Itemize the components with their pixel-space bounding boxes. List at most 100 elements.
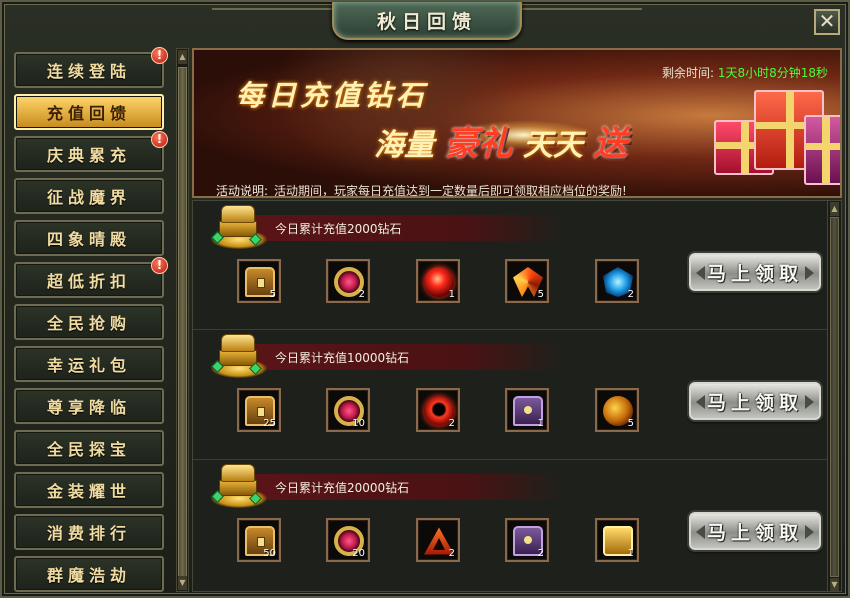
tier-title: 今日累计充值10000钻石 <box>275 351 410 365</box>
banner-text: 天天 <box>522 128 583 163</box>
sidebar-item-flash-sale[interactable]: 全民抢购 <box>14 304 164 340</box>
banner-text-highlight: 送 <box>593 124 628 164</box>
reward-item[interactable]: 10 <box>326 388 370 432</box>
reward-item[interactable]: 2 <box>595 259 639 303</box>
gold-treasure-icon <box>211 464 267 510</box>
item-quantity: 2 <box>537 548 544 559</box>
sidebar-item-label: 群魔浩劫 <box>46 566 131 585</box>
reward-tier: 今日累计充值2000钻石 5 2 1 5 2 马上领取 <box>193 201 827 327</box>
sidebar-item-four-symbols[interactable]: 四象晴殿 <box>14 220 164 256</box>
event-description-text: 活动期间，玩家每日充值达到一定数量后即可领取相应档位的奖励! <box>274 184 627 198</box>
sidebar-item-label: 全民探宝 <box>46 440 131 459</box>
item-quantity: 1 <box>537 418 544 429</box>
sidebar-item-label: 充值回馈 <box>46 104 131 123</box>
sidebar-item-label: 尊享降临 <box>46 398 131 417</box>
sidebar: 连续登陆! 充值回馈 庆典累充! 征战魔界 四象晴殿 超低折扣! 全民抢购 幸运… <box>10 47 168 592</box>
reward-item[interactable]: 2 <box>505 518 549 562</box>
item-quantity: 5 <box>627 418 634 429</box>
claim-button[interactable]: 马上领取 <box>689 512 821 550</box>
sidebar-item-celebration-recharge[interactable]: 庆典累充! <box>14 131 168 172</box>
alert-icon: ! <box>151 257 168 274</box>
event-description: 活动说明: 活动期间，玩家每日充值达到一定数量后即可领取相应档位的奖励! <box>216 182 627 198</box>
sidebar-item-demon-catastrophe[interactable]: 群魔浩劫 <box>14 556 164 592</box>
sidebar-item-label: 消费排行 <box>46 524 131 543</box>
window-title: 秋日回馈 <box>376 10 477 33</box>
event-window: 秋日回馈 ✕ 连续登陆! 充值回馈 庆典累充! 征战魔界 四象晴殿 超低折扣! … <box>0 0 850 598</box>
reward-item[interactable]: 25 <box>237 388 281 432</box>
reward-item[interactable]: 5 <box>595 388 639 432</box>
event-description-label: 活动说明: <box>216 184 269 198</box>
sidebar-item-label: 幸运礼包 <box>46 356 131 375</box>
scroll-thumb[interactable] <box>178 67 187 587</box>
reward-item[interactable]: 2 <box>326 259 370 303</box>
sidebar-item-label: 四象晴殿 <box>46 230 131 249</box>
banner-text-highlight: 豪礼 <box>444 124 513 164</box>
scroll-down-icon[interactable]: ▼ <box>178 576 187 590</box>
sidebar-item-login[interactable]: 连续登陆! <box>14 47 168 88</box>
reward-item[interactable]: 5 <box>505 259 549 303</box>
title-ornament-right <box>522 8 642 28</box>
sidebar-item-label: 金装耀世 <box>46 482 131 501</box>
banner-headline: 每日充值钻石 <box>236 79 429 112</box>
sidebar-scrollbar[interactable]: ▲ ▼ <box>176 48 189 592</box>
reward-list-scrollbar[interactable]: ▲ ▼ <box>827 201 841 591</box>
sidebar-item-label: 征战魔界 <box>46 188 131 207</box>
sidebar-item-label: 庆典累充 <box>46 146 131 165</box>
sidebar-item-gold-gear[interactable]: 金装耀世 <box>14 472 164 508</box>
item-quantity: 20 <box>352 548 365 559</box>
item-quantity: 1 <box>448 289 455 300</box>
remaining-time-label: 剩余时间: <box>661 66 714 80</box>
tier-header: 今日累计充值2000钻石 <box>243 215 563 241</box>
sidebar-item-recharge-reward[interactable]: 充值回馈 <box>14 94 164 130</box>
remaining-time: 剩余时间: 1天8小时8分钟18秒 <box>662 64 828 81</box>
tier-header: 今日累计充值10000钻石 <box>243 344 563 370</box>
sidebar-item-lucky-pack[interactable]: 幸运礼包 <box>14 346 164 382</box>
sidebar-item-label: 全民抢购 <box>46 314 131 333</box>
scroll-thumb[interactable] <box>830 217 839 577</box>
claim-button[interactable]: 马上领取 <box>689 253 821 291</box>
remaining-time-value: 1天8小时8分钟18秒 <box>717 66 828 80</box>
reward-item[interactable]: 1 <box>595 518 639 562</box>
sidebar-item-treasure-hunt[interactable]: 全民探宝 <box>14 430 164 466</box>
sidebar-item-vip[interactable]: 尊享降临 <box>14 388 164 424</box>
reward-item[interactable]: 2 <box>416 518 460 562</box>
item-quantity: 1 <box>627 548 634 559</box>
banner-subheadline: 海量 豪礼 天天 送 <box>374 116 627 165</box>
item-quantity: 10 <box>352 418 365 429</box>
reward-item[interactable]: 5 <box>237 259 281 303</box>
item-quantity: 5 <box>269 289 276 300</box>
sidebar-item-spending-rank[interactable]: 消费排行 <box>14 514 164 550</box>
tier-title: 今日累计充值2000钻石 <box>275 222 402 236</box>
sidebar-item-demon-war[interactable]: 征战魔界 <box>14 178 164 214</box>
tier-header: 今日累计充值20000钻石 <box>243 474 563 500</box>
alert-icon: ! <box>151 131 168 148</box>
reward-item[interactable]: 20 <box>326 518 370 562</box>
item-quantity: 2 <box>448 418 455 429</box>
title-ornament-left <box>212 8 332 28</box>
item-quantity: 50 <box>263 548 276 559</box>
item-quantity: 25 <box>263 418 276 429</box>
reward-item[interactable]: 2 <box>416 388 460 432</box>
close-button[interactable]: ✕ <box>814 9 840 35</box>
claim-button-label: 马上领取 <box>706 391 803 414</box>
tier-title: 今日累计充值20000钻石 <box>275 481 410 495</box>
sidebar-item-label: 超低折扣 <box>46 272 131 291</box>
reward-item[interactable]: 1 <box>416 259 460 303</box>
reward-tier: 今日累计充值10000钻石 25 10 2 1 5 马上领取 <box>193 329 827 455</box>
gift-box-icon <box>804 115 840 185</box>
item-quantity: 5 <box>537 289 544 300</box>
close-icon: ✕ <box>818 9 836 33</box>
event-banner: 每日充值钻石 海量 豪礼 天天 送 剩余时间: 1天8小时8分钟18秒 活动说明… <box>192 48 842 198</box>
item-quantity: 2 <box>448 548 455 559</box>
scroll-up-icon[interactable]: ▲ <box>178 50 187 64</box>
gold-treasure-icon <box>211 205 267 251</box>
reward-tier: 今日累计充值20000钻石 50 20 2 2 1 马上领取 <box>193 459 827 585</box>
item-quantity: 2 <box>627 289 634 300</box>
sidebar-item-label: 连续登陆 <box>46 62 131 81</box>
reward-item[interactable]: 50 <box>237 518 281 562</box>
scroll-up-icon[interactable]: ▲ <box>830 202 839 216</box>
reward-item[interactable]: 1 <box>505 388 549 432</box>
sidebar-item-discount[interactable]: 超低折扣! <box>14 257 168 298</box>
scroll-down-icon[interactable]: ▼ <box>830 578 839 591</box>
claim-button[interactable]: 马上领取 <box>689 382 821 420</box>
